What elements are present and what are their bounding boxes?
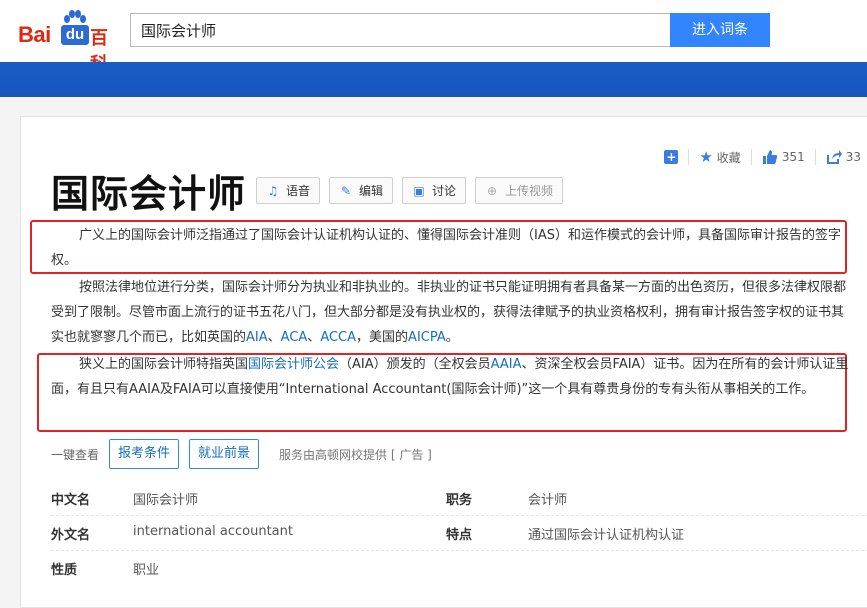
nav-band	[0, 62, 867, 97]
entry-tools: + ★ 收藏 351 33	[654, 147, 861, 167]
info-label: 特点	[446, 528, 473, 543]
voice-button[interactable]: ♫ 语音	[256, 177, 321, 204]
link-acca[interactable]: ACCA	[320, 330, 356, 345]
link-aca[interactable]: ACA	[281, 330, 308, 345]
link-aaia[interactable]: AAIA	[491, 357, 522, 372]
discuss-button[interactable]: ▣ 讨论	[402, 177, 467, 204]
like-count: 351	[781, 150, 805, 164]
upload-video-label: 上传视频	[505, 184, 554, 198]
service-provider-note: 服务由高顿网校提供 [ 广告 ]	[279, 447, 432, 462]
entry-title: 国际会计师	[51, 172, 247, 216]
share-count: 33	[845, 150, 861, 164]
info-label: 性质	[51, 563, 78, 578]
entry-card: + ★ 收藏 351 33 国际会计师 ♫ 语音 ✎ 编辑 ▣ 讨论 ⊕ 上传视频 广义上…	[20, 116, 867, 608]
edit-button[interactable]: ✎ 编辑	[329, 177, 394, 204]
discuss-label: 讨论	[432, 184, 457, 198]
logo-du-text: du	[61, 25, 89, 45]
like-button[interactable]: 351	[762, 149, 805, 165]
info-label: 中文名	[51, 493, 91, 508]
info-value: 会计师	[528, 493, 568, 508]
info-label: 外文名	[51, 528, 91, 543]
divider	[750, 149, 752, 165]
paragraph-narrow-definition: 狭义上的国际会计师特指英国国际会计师公会（AIA）颁发的（全权会员AAIA、资深…	[51, 352, 851, 402]
one-click-label: 一键查看	[51, 447, 100, 462]
share-button[interactable]: 33	[826, 149, 861, 165]
divider	[688, 149, 690, 165]
star-icon: ★	[699, 148, 713, 166]
separator: ，美国的	[356, 330, 409, 345]
info-value: international accountant	[133, 524, 293, 539]
favorite-button[interactable]: ★ 收藏	[699, 148, 740, 166]
favorite-label: 收藏	[716, 150, 741, 165]
paragraph-broad-definition: 广义上的国际会计师泛指通过了国际会计认证机构认证的、懂得国际会计准则（IAS）和…	[51, 228, 841, 268]
search-input[interactable]	[130, 13, 671, 47]
add-button[interactable]: +	[664, 150, 679, 164]
paragraph-text: （AIA）颁发的（全权会员	[339, 357, 491, 372]
thumbs-up-icon	[762, 150, 777, 164]
enter-entry-button[interactable]: 进入词条	[670, 13, 770, 47]
info-value: 国际会计师	[133, 493, 199, 508]
divider	[814, 149, 816, 165]
basic-info-table: 中文名 国际会计师 职务 会计师 外文名 international accou…	[51, 481, 867, 586]
share-icon	[826, 150, 842, 164]
link-aia[interactable]: AIA	[246, 330, 268, 345]
logo-bai-text: Bai	[18, 22, 51, 47]
info-row: 外文名 international accountant 特点 通过国际会计认证…	[51, 516, 867, 551]
chat-icon: ▣	[413, 183, 425, 198]
info-row: 性质 职业	[51, 551, 867, 586]
plus-circle-icon: ⊕	[487, 183, 498, 198]
edit-label: 编辑	[359, 184, 384, 198]
exam-requirements-button[interactable]: 报考条件	[109, 439, 180, 469]
plus-square-icon: +	[664, 150, 679, 164]
paw-icon	[64, 10, 86, 23]
info-row: 中文名 国际会计师 职务 会计师	[51, 481, 867, 516]
headphones-icon: ♫	[267, 183, 279, 198]
link-aia-association[interactable]: 国际会计师公会	[248, 357, 339, 372]
separator: 、	[267, 330, 281, 345]
separator: 、	[307, 330, 321, 345]
info-value: 职业	[133, 563, 160, 578]
entry-actions: ♫ 语音 ✎ 编辑 ▣ 讨论 ⊕ 上传视频	[256, 177, 572, 204]
info-label: 职务	[446, 493, 473, 508]
paragraph-text: 狭义上的国际会计师特指英国	[79, 357, 249, 372]
link-aicpa[interactable]: AICPA	[408, 330, 446, 345]
paragraph-legal-classification: 按照法律地位进行分类，国际会计师分为执业和非执业的。非执业的证书只能证明拥有者具…	[51, 275, 851, 350]
upload-video-button[interactable]: ⊕ 上传视频	[475, 177, 564, 204]
pencil-icon: ✎	[340, 183, 352, 198]
info-value: 通过国际会计认证机构认证	[528, 528, 685, 543]
one-click-view: 一键查看 报考条件 就业前景 服务由高顿网校提供 [ 广告 ]	[51, 439, 432, 469]
career-prospects-button[interactable]: 就业前景	[189, 439, 260, 469]
baidu-baike-logo[interactable]: Bai du 百科	[18, 10, 122, 75]
paragraph-end: 。	[445, 330, 459, 345]
voice-label: 语音	[286, 184, 311, 198]
top-header: Bai du 百科 进入词条	[0, 0, 867, 75]
